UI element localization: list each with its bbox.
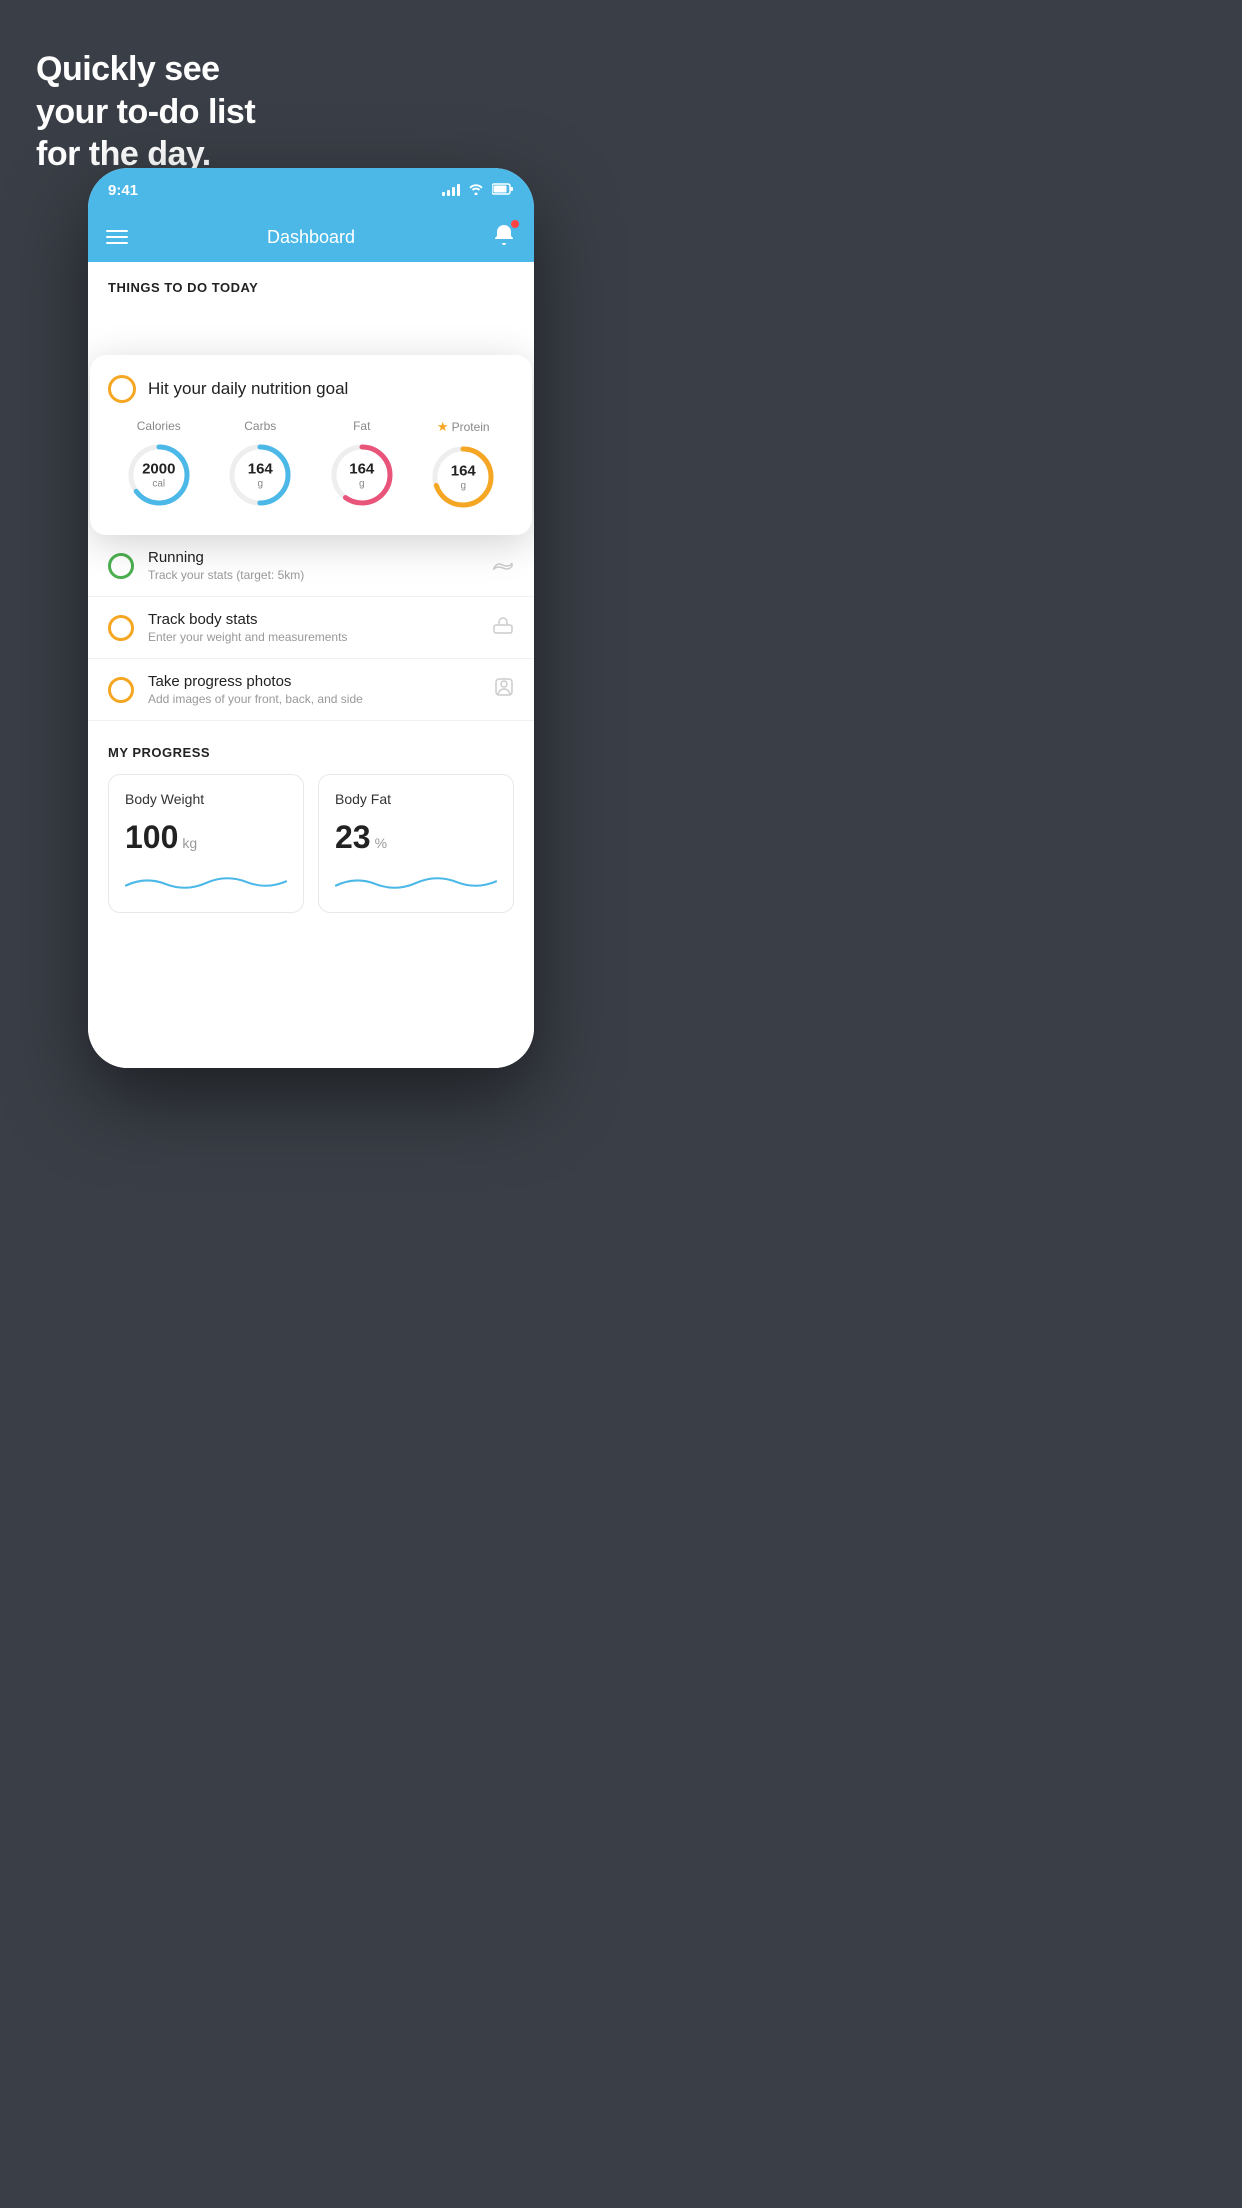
- nutrition-card-header: Hit your daily nutrition goal: [108, 375, 514, 403]
- phone-frame: 9:41: [88, 168, 534, 1068]
- macro-label: Carbs: [244, 419, 276, 433]
- macro-ring: 164 g: [224, 439, 296, 511]
- todo-text: Track body stats Enter your weight and m…: [148, 611, 492, 644]
- macro-number: 164: [349, 461, 374, 478]
- todo-subtitle: Track your stats (target: 5km): [148, 568, 492, 582]
- macro-label: Calories: [137, 419, 181, 433]
- macro-ring: 164 g: [326, 439, 398, 511]
- nav-bar: Dashboard: [88, 212, 534, 262]
- macro-value-text: 164 g: [451, 463, 476, 491]
- battery-icon: [492, 183, 514, 198]
- todo-circle: [108, 677, 134, 703]
- macro-ring: 2000 cal: [123, 439, 195, 511]
- todo-circle: [108, 615, 134, 641]
- notification-button[interactable]: [492, 212, 516, 262]
- todo-list: Running Track your stats (target: 5km) T…: [88, 535, 534, 721]
- progress-cards: Body Weight 100 kg Body Fat 23 %: [108, 774, 514, 913]
- macro-item-protein: ★Protein 164 g: [427, 419, 499, 513]
- nutrition-check-circle: [108, 375, 136, 403]
- progress-chart: [335, 866, 497, 896]
- todo-text: Take progress photos Add images of your …: [148, 673, 494, 706]
- things-to-do-header: THINGS TO DO TODAY: [88, 262, 534, 305]
- macro-unit: g: [349, 478, 374, 489]
- macro-number: 164: [248, 461, 273, 478]
- nutrition-macros: Calories 2000 cal Carbs 164 g Fat: [108, 419, 514, 513]
- progress-card-title: Body Weight: [125, 791, 287, 807]
- progress-unit: kg: [182, 835, 197, 851]
- star-icon: ★: [437, 419, 449, 435]
- todo-circle: [108, 553, 134, 579]
- signal-icon: [442, 184, 460, 196]
- todo-item[interactable]: Take progress photos Add images of your …: [88, 659, 534, 721]
- my-progress-section: MY PROGRESS Body Weight 100 kg Body Fat …: [88, 721, 534, 929]
- todo-action-icon: [492, 554, 514, 577]
- status-icons: [442, 183, 514, 198]
- nav-title: Dashboard: [267, 227, 355, 248]
- status-time: 9:41: [108, 182, 138, 199]
- nutrition-card[interactable]: Hit your daily nutrition goal Calories 2…: [90, 355, 532, 535]
- status-bar: 9:41: [88, 168, 534, 212]
- macro-item-carbs: Carbs 164 g: [224, 419, 296, 511]
- hero-text: Quickly see your to-do list for the day.: [36, 48, 255, 176]
- main-content: THINGS TO DO TODAY Hit your daily nutrit…: [88, 262, 534, 1068]
- progress-value: 100 kg: [125, 819, 287, 856]
- macro-number: 164: [451, 463, 476, 480]
- todo-subtitle: Enter your weight and measurements: [148, 630, 492, 644]
- hamburger-menu[interactable]: [106, 230, 128, 244]
- mini-chart: [125, 866, 287, 896]
- progress-number: 23: [335, 819, 371, 856]
- macro-value-text: 164 g: [349, 461, 374, 489]
- nutrition-card-title: Hit your daily nutrition goal: [148, 379, 348, 399]
- todo-title: Take progress photos: [148, 673, 494, 690]
- progress-card-body-weight[interactable]: Body Weight 100 kg: [108, 774, 304, 913]
- todo-title: Running: [148, 549, 492, 566]
- hero-line2: your to-do list: [36, 91, 255, 134]
- todo-item[interactable]: Track body stats Enter your weight and m…: [88, 597, 534, 659]
- progress-card-body-fat[interactable]: Body Fat 23 %: [318, 774, 514, 913]
- macro-label: Fat: [353, 419, 370, 433]
- todo-item[interactable]: Running Track your stats (target: 5km): [88, 535, 534, 597]
- progress-value: 23 %: [335, 819, 497, 856]
- todo-text: Running Track your stats (target: 5km): [148, 549, 492, 582]
- wifi-icon: [468, 183, 484, 198]
- progress-chart: [125, 866, 287, 896]
- todo-action-icon: [494, 677, 514, 702]
- progress-unit: %: [375, 835, 387, 851]
- macro-ring: 164 g: [427, 441, 499, 513]
- macro-unit: g: [451, 480, 476, 491]
- macro-unit: cal: [142, 478, 175, 489]
- macro-item-fat: Fat 164 g: [326, 419, 398, 511]
- macro-unit: g: [248, 478, 273, 489]
- my-progress-title: MY PROGRESS: [108, 745, 514, 760]
- todo-subtitle: Add images of your front, back, and side: [148, 692, 494, 706]
- macro-item-calories: Calories 2000 cal: [123, 419, 195, 511]
- hero-line1: Quickly see: [36, 48, 255, 91]
- macro-value-text: 2000 cal: [142, 461, 175, 489]
- progress-number: 100: [125, 819, 178, 856]
- macro-value-text: 164 g: [248, 461, 273, 489]
- todo-action-icon: [492, 615, 514, 640]
- progress-card-title: Body Fat: [335, 791, 497, 807]
- notification-dot: [511, 220, 519, 228]
- mini-chart: [335, 866, 497, 896]
- todo-title: Track body stats: [148, 611, 492, 628]
- macro-number: 2000: [142, 461, 175, 478]
- macro-label: ★Protein: [437, 419, 490, 435]
